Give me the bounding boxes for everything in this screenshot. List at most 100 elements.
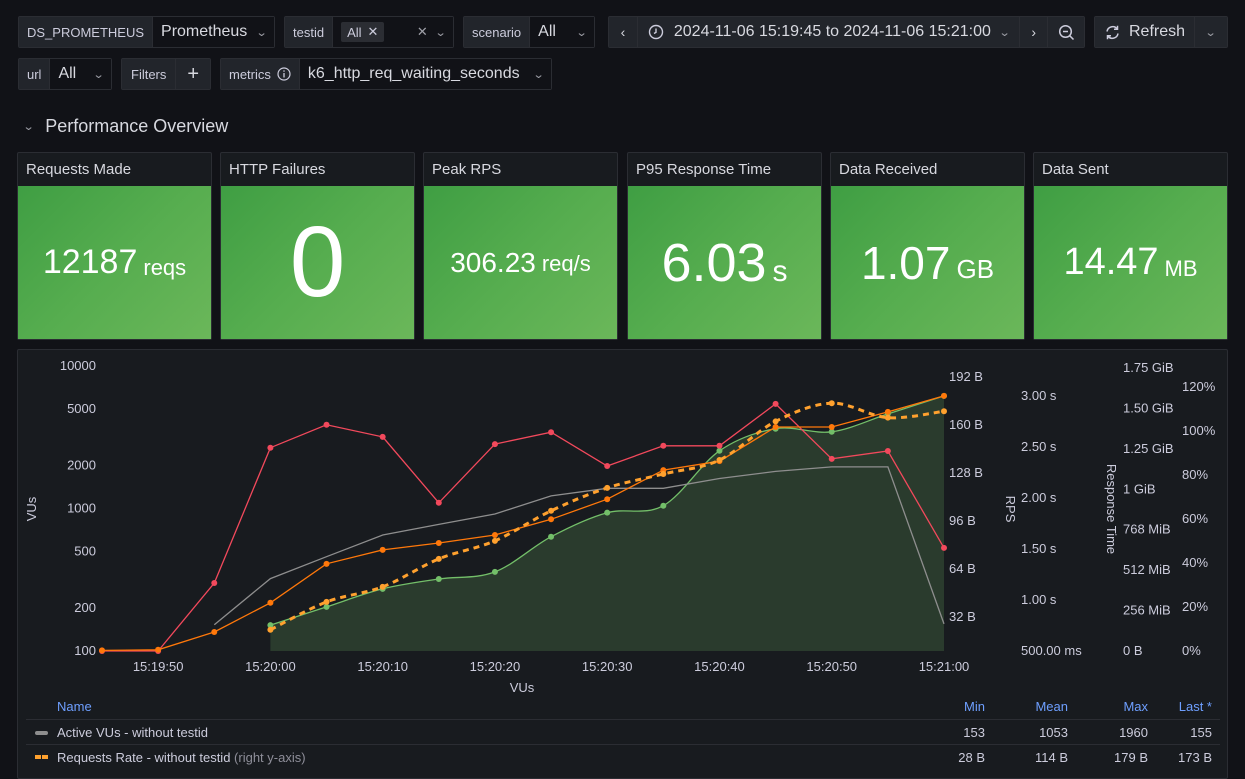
metrics-label-wrap: metrics: [221, 59, 300, 89]
datasource-variable: DS_PROMETHEUS Prometheus ⌄: [18, 16, 275, 48]
legend-last: 173 B: [1178, 749, 1212, 765]
chevron-down-icon: ⌄: [92, 68, 105, 81]
stat-panel-data-sent: Data Sent 14.47 MB: [1033, 152, 1228, 340]
chevron-right-icon: ›: [1031, 24, 1037, 40]
refresh-icon: [1106, 25, 1119, 39]
chevron-down-icon: ⌄: [998, 26, 1011, 39]
legend-col-min[interactable]: Min: [964, 699, 985, 714]
time-range-button[interactable]: 2024-11-06 15:19:45 to 2024-11-06 15:21:…: [637, 17, 1021, 47]
stat-value: 12187: [42, 243, 138, 281]
scenario-variable: scenario All ⌄: [463, 16, 595, 48]
metrics-select[interactable]: k6_http_req_waiting_seconds ⌄: [299, 59, 551, 89]
scenario-label: scenario: [464, 17, 531, 47]
datasource-label: DS_PROMETHEUS: [19, 17, 154, 47]
url-variable: url All ⌄: [18, 58, 112, 90]
stat-unit: GB: [956, 254, 995, 284]
refresh-label: Refresh: [1128, 23, 1186, 40]
legend-mean: 1053: [1039, 724, 1068, 740]
legend-mean: 114 B: [1034, 749, 1068, 765]
legend-col-max[interactable]: Max: [1123, 699, 1148, 714]
testid-label: testid: [285, 17, 334, 47]
url-select[interactable]: All ⌄: [50, 59, 111, 89]
legend-row[interactable]: Requests Rate - without testid (right y-…: [26, 744, 1220, 769]
stat-title: Data Sent: [1042, 161, 1109, 178]
datasource-select[interactable]: Prometheus ⌄: [153, 17, 274, 47]
stat-body: 6.03 s: [628, 186, 821, 339]
stat-value: 6.03: [661, 232, 767, 293]
stat-value: 14.47: [1063, 241, 1159, 283]
stat-title: Data Received: [839, 161, 938, 178]
legend-col-last[interactable]: Last *: [1179, 699, 1212, 714]
legend-last: 155: [1190, 724, 1212, 740]
clock-icon: [648, 24, 664, 40]
legend-min: 28 B: [958, 749, 985, 765]
zoom-out-button[interactable]: [1048, 17, 1084, 47]
stat-title: P95 Response Time: [636, 161, 772, 178]
datasource-value: Prometheus: [161, 23, 248, 40]
chevron-down-icon: ⌄: [575, 26, 588, 39]
legend-name-wrap: Requests Rate - without testid (right y-…: [57, 750, 306, 765]
filters-label: Filters: [122, 59, 177, 89]
stat-panel-p95-response-time: P95 Response Time 6.03 s: [627, 152, 822, 340]
chevron-down-icon: ⌄: [255, 26, 268, 39]
chevron-down-icon: ⌄: [434, 26, 447, 39]
remove-chip-icon[interactable]: ✕: [368, 24, 379, 40]
stat-unit: req/s: [541, 250, 591, 276]
clear-icon[interactable]: ✕: [417, 24, 428, 40]
legend-swatch: [35, 731, 48, 735]
stat-title: Requests Made: [26, 161, 132, 178]
refresh-control: Refresh ⌄: [1094, 16, 1228, 48]
legend-row[interactable]: Active VUs - without testid 153 1053 196…: [26, 719, 1220, 744]
scenario-value: All: [538, 23, 556, 40]
section-title: Performance Overview: [45, 116, 229, 136]
info-icon[interactable]: [277, 67, 291, 81]
testid-select[interactable]: All ✕ ✕ ⌄: [333, 17, 453, 47]
metrics-label: metrics: [229, 66, 271, 82]
testid-chip-label: All: [347, 24, 362, 40]
metrics-variable: metrics k6_http_req_waiting_seconds ⌄: [220, 58, 552, 90]
stat-body: 14.47 MB: [1034, 186, 1227, 339]
legend-max: 1960: [1119, 724, 1148, 740]
stat-panel-requests-made: Requests Made 12187 reqs: [17, 152, 212, 340]
collapse-chevron-icon: ⌄: [22, 121, 35, 133]
legend-min: 153: [963, 724, 985, 740]
testid-chip: All ✕: [341, 22, 385, 42]
time-range-text: 2024-11-06 15:19:45 to 2024-11-06 15:21:…: [673, 23, 991, 40]
stat-panel-peak-rps: Peak RPS 306.23 req/s: [423, 152, 618, 340]
chevron-down-icon: ⌄: [1205, 26, 1217, 39]
zoom-out-icon: [1058, 24, 1074, 40]
scenario-select[interactable]: All ⌄: [530, 17, 594, 47]
add-filter-button[interactable]: +: [176, 59, 210, 89]
legend-swatch-dashed: [35, 755, 41, 759]
stat-body: 0: [221, 186, 414, 339]
legend-name: Requests Rate - without testid: [57, 749, 231, 765]
legend-name: Active VUs - without testid: [57, 724, 208, 740]
filters-control: Filters +: [121, 58, 211, 90]
legend-header: Name Min Mean Max Last *: [26, 694, 1220, 719]
legend-col-mean[interactable]: Mean: [1035, 699, 1068, 714]
stat-value: 0: [289, 206, 346, 318]
time-back-button[interactable]: ‹: [609, 17, 638, 47]
stat-unit: MB: [1164, 255, 1198, 281]
time-picker: ‹ 2024-11-06 15:19:45 to 2024-11-06 15:2…: [608, 16, 1085, 48]
chevron-left-icon: ‹: [620, 24, 626, 40]
stat-panel-http-failures: HTTP Failures 0: [220, 152, 415, 340]
chevron-down-icon: ⌄: [532, 68, 545, 81]
stat-body: 12187 reqs: [18, 186, 211, 339]
legend-swatch-dashed: [42, 755, 48, 759]
time-forward-button[interactable]: ›: [1020, 17, 1049, 47]
metrics-value: k6_http_req_waiting_seconds: [307, 65, 520, 82]
refresh-button[interactable]: Refresh: [1095, 17, 1195, 47]
plus-icon: +: [187, 62, 200, 85]
stat-unit: s: [772, 254, 788, 288]
row-header-performance-overview[interactable]: ⌄ Performance Overview: [22, 116, 229, 137]
stat-body: 1.07 GB: [831, 186, 1024, 339]
legend-col-name[interactable]: Name: [57, 699, 92, 714]
url-value: All: [58, 65, 77, 82]
stat-title: Peak RPS: [432, 161, 502, 178]
stat-body: 306.23 req/s: [424, 186, 617, 339]
stat-value: 1.07: [860, 236, 951, 289]
stat-unit: reqs: [143, 254, 187, 280]
refresh-interval-button[interactable]: ⌄: [1195, 17, 1227, 47]
url-label: url: [19, 59, 51, 89]
